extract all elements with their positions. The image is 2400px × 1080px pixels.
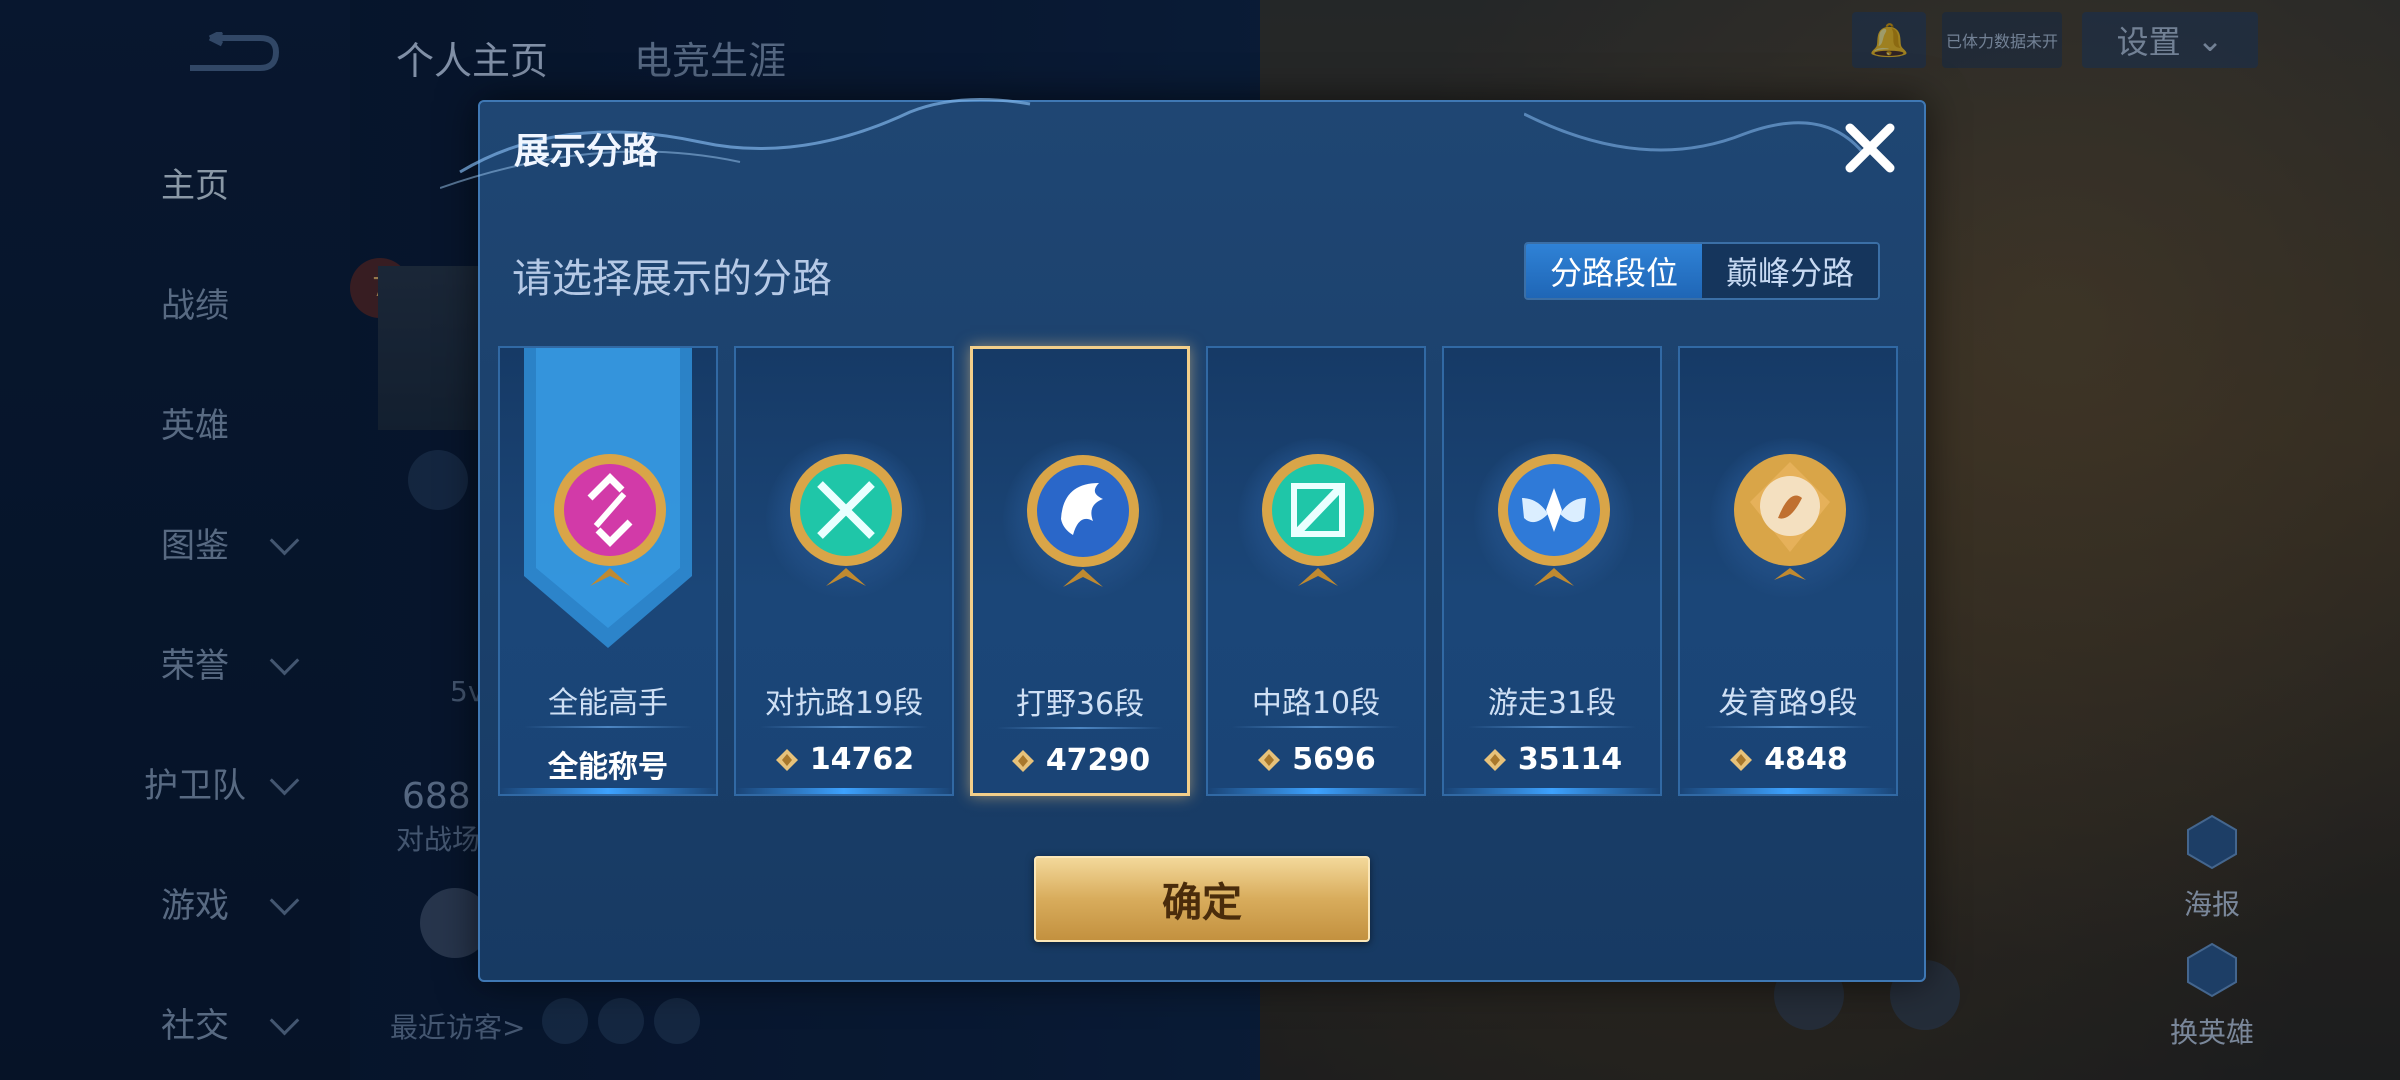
lane-name: 打野36段	[1015, 687, 1145, 722]
lane-display-dialog: 展示分路 请选择展示的分路 分路段位 巅峰分路 全能高手 全能称号 对抗路19段…	[440, 98, 1926, 982]
lane-card-jungle[interactable]: 打野36段 47290	[970, 346, 1190, 796]
lane-name: 全能高手	[548, 686, 668, 721]
dialog-title: 展示分路	[514, 131, 659, 172]
lane-value: 47290	[973, 743, 1187, 778]
segment-peak-lane[interactable]: 巅峰分路	[1702, 244, 1878, 298]
farm-lane-emblem-icon	[1734, 454, 1846, 580]
mastery-gem-icon	[1011, 749, 1034, 772]
divider	[760, 726, 928, 728]
roam-emblem-icon	[1498, 454, 1610, 586]
mastery-gem-icon	[1483, 748, 1506, 771]
divider	[524, 726, 692, 728]
divider	[1468, 726, 1636, 728]
confirm-button[interactable]: 确定	[1034, 856, 1370, 942]
card-glow	[736, 788, 952, 794]
lane-name: 发育路9段	[1718, 686, 1858, 721]
divider	[1704, 726, 1872, 728]
lane-type-toggle: 分路段位 巅峰分路	[1524, 242, 1880, 300]
divider	[997, 727, 1163, 729]
segment-lane-rank[interactable]: 分路段位	[1526, 244, 1702, 298]
mastery-gem-icon	[1258, 748, 1281, 771]
mid-lane-emblem-icon	[1262, 454, 1374, 586]
lane-card-farm-lane[interactable]: 发育路9段 4848	[1678, 346, 1898, 796]
lane-value: 14762	[736, 742, 952, 777]
all-round-emblem-icon	[554, 454, 666, 586]
title-swirl-decoration	[1524, 112, 1864, 155]
lane-value-text: 47290	[1045, 743, 1151, 778]
lane-value: 5696	[1208, 742, 1424, 777]
lane-card-clash-lane[interactable]: 对抗路19段 14762	[734, 346, 954, 796]
lane-card-mid-lane[interactable]: 中路10段 5696	[1206, 346, 1426, 796]
mastery-gem-icon	[775, 748, 798, 771]
lane-value-text: 5696	[1292, 742, 1376, 777]
lane-value-text: 全能称号	[548, 750, 668, 785]
lane-value: 35114	[1444, 742, 1660, 777]
jungle-emblem-icon	[1027, 455, 1139, 587]
card-glow	[1680, 788, 1896, 794]
card-glow	[1208, 788, 1424, 794]
lane-value-text: 14762	[809, 742, 915, 777]
lane-name: 中路10段	[1251, 686, 1381, 721]
card-glow	[500, 788, 716, 794]
lane-card-all-round[interactable]: 全能高手 全能称号	[498, 346, 718, 796]
lane-value: 4848	[1680, 742, 1896, 777]
card-glow	[1444, 788, 1660, 794]
close-icon[interactable]	[1838, 116, 1902, 180]
lane-value-text: 35114	[1517, 742, 1623, 777]
dialog-subtitle: 请选择展示的分路	[512, 256, 832, 302]
lane-name: 游走31段	[1487, 686, 1617, 721]
divider	[1232, 726, 1400, 728]
lane-value-text: 4848	[1764, 742, 1848, 777]
lane-value: 全能称号	[500, 742, 716, 786]
mastery-gem-icon	[1730, 748, 1753, 771]
lane-name: 对抗路19段	[764, 686, 924, 721]
lane-card-roam[interactable]: 游走31段 35114	[1442, 346, 1662, 796]
clash-lane-emblem-icon	[790, 454, 902, 586]
